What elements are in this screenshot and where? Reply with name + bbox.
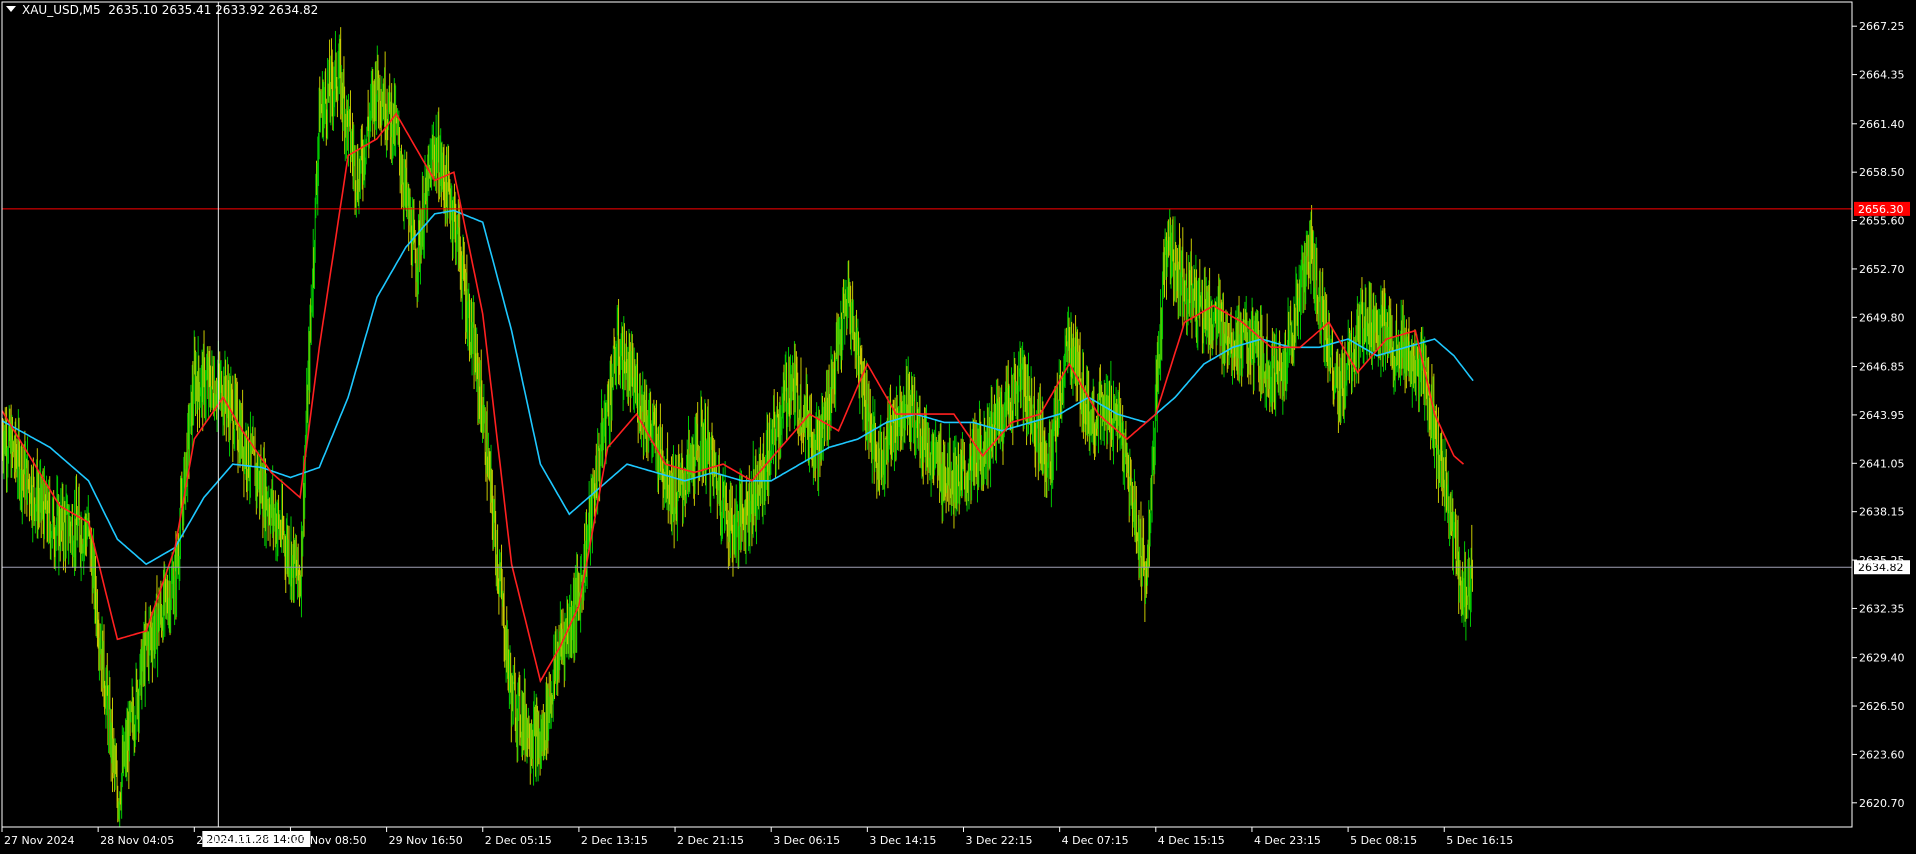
y-tick-label: 2646.85 [1859, 361, 1905, 374]
x-tick-label: 3 Dec 22:15 [966, 834, 1033, 847]
x-tick-label: 3 Dec 06:15 [773, 834, 840, 847]
symbol-name: XAU_USD,M5 [22, 3, 101, 17]
chart-root: 2656.30 2634.82 2024.11.28 14:00 2667.25 2… [0, 0, 1916, 850]
x-tick-label: 4 Dec 07:15 [1062, 834, 1129, 847]
x-tick-label: 5 Dec 08:15 [1350, 834, 1417, 847]
y-tick-label: 2635.25 [1859, 554, 1905, 567]
x-tick-label: 4 Dec 15:15 [1158, 834, 1225, 847]
x-tick-label: 29 Nov 08:50 [292, 834, 366, 847]
x-tick-label: 2 Dec 05:15 [485, 834, 552, 847]
x-tick-label: 28 Nov 20:05 [196, 834, 270, 847]
y-tick-label: 2632.35 [1859, 602, 1905, 615]
y-tick-label: 2641.05 [1859, 457, 1905, 470]
x-tick-label: 29 Nov 16:50 [389, 834, 463, 847]
x-tick-label: 4 Dec 23:15 [1254, 834, 1321, 847]
y-tick-label: 2620.70 [1859, 797, 1905, 810]
y-tick-label: 2661.40 [1859, 118, 1905, 131]
dropdown-triangle-icon[interactable] [6, 6, 16, 12]
price-chart[interactable]: 2656.302634.82 2024.11.28 14:00 2667.252… [0, 0, 1916, 850]
y-tick-label: 2626.50 [1859, 700, 1905, 713]
symbol-header[interactable]: XAU_USD,M5 2635.10 2635.41 2633.92 2634.… [6, 3, 318, 17]
x-tick-label: 3 Dec 14:15 [869, 834, 936, 847]
x-tick-label: 2 Dec 21:15 [677, 834, 744, 847]
y-tick-label: 2638.15 [1859, 506, 1905, 519]
y-tick-label: 2649.80 [1859, 311, 1905, 324]
x-tick-label: 27 Nov 2024 [4, 834, 74, 847]
x-tick-label: 5 Dec 16:15 [1446, 834, 1513, 847]
x-tick-label: 28 Nov 04:05 [100, 834, 174, 847]
y-tick-label: 2623.60 [1859, 748, 1905, 761]
y-tick-label: 2652.70 [1859, 263, 1905, 276]
y-tick-label: 2629.40 [1859, 652, 1905, 665]
x-tick-label: 2 Dec 13:15 [581, 834, 648, 847]
y-tick-label: 2655.60 [1859, 215, 1905, 228]
y-tick-label: 2664.35 [1859, 69, 1905, 82]
y-tick-label: 2667.25 [1859, 20, 1905, 33]
y-tick-label: 2643.95 [1859, 409, 1905, 422]
chart-background [0, 0, 1916, 850]
y-tick-label: 2658.50 [1859, 166, 1905, 179]
ohlc-values: 2635.10 2635.41 2633.92 2634.82 [108, 3, 319, 17]
